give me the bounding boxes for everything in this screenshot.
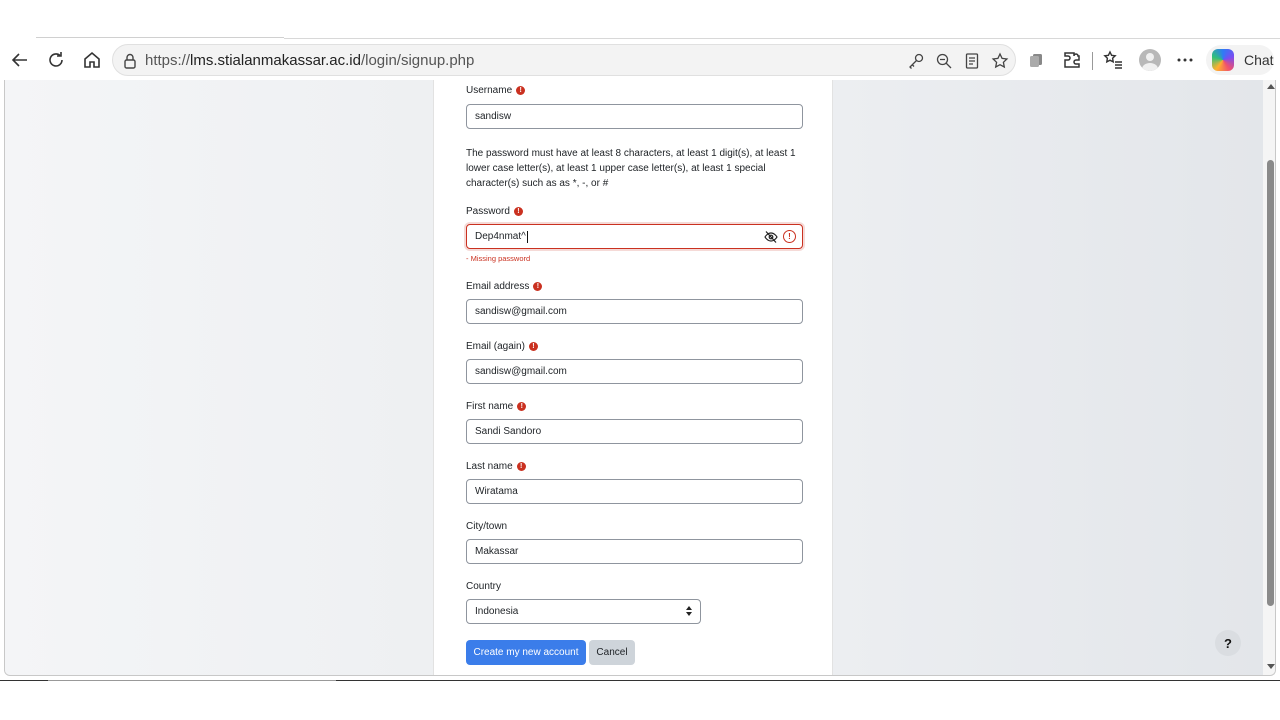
city-value: Makassar	[475, 546, 519, 557]
page-viewport: Username ! sandisw The password must hav…	[4, 80, 1276, 676]
first-name-input[interactable]: Sandi Sandoro	[466, 419, 803, 444]
zoom-out-icon[interactable]	[933, 50, 955, 72]
first-name-value: Sandi Sandoro	[475, 426, 542, 437]
url-text[interactable]: https://lms.stialanmakassar.ac.id/login/…	[145, 52, 474, 69]
country-select[interactable]: Indonesia	[466, 599, 701, 624]
last-name-value: Wiratama	[475, 486, 518, 497]
browser-toolbar: https://lms.stialanmakassar.ac.id/login/…	[0, 40, 1280, 80]
url-path: /login/signup.php	[360, 52, 475, 69]
password-value: Dep4nmat^	[475, 231, 526, 242]
text-caret	[526, 230, 528, 243]
browser-tab-strip	[0, 0, 1280, 40]
select-arrows-icon	[686, 606, 692, 618]
city-label-text: City/town	[466, 521, 508, 532]
copilot-icon	[1212, 49, 1234, 71]
password-label-text: Password	[466, 206, 510, 217]
address-bar[interactable]: https://lms.stialanmakassar.ac.id/login/…	[112, 44, 1016, 76]
password-label: Password !	[466, 206, 523, 217]
username-label: Username !	[466, 85, 526, 96]
username-input[interactable]: sandisw	[466, 104, 803, 129]
last-name-label-text: Last name	[466, 461, 513, 472]
email-again-value: sandisw@gmail.com	[475, 366, 567, 377]
username-label-text: Username	[466, 85, 513, 96]
taskbar-edge	[0, 678, 1280, 720]
email-input[interactable]: sandisw@gmail.com	[466, 299, 803, 324]
cancel-button[interactable]: Cancel	[589, 640, 635, 665]
required-icon: !	[517, 402, 527, 411]
required-icon: !	[533, 282, 543, 291]
country-label-text: Country	[466, 581, 502, 592]
page-background-left	[5, 80, 433, 675]
required-icon: !	[528, 342, 538, 351]
error-alert-icon: !	[783, 230, 796, 243]
refresh-icon[interactable]	[42, 46, 70, 74]
bottom-divider	[0, 680, 48, 681]
country-value: Indonesia	[475, 606, 519, 617]
favorites-list-icon[interactable]	[1099, 46, 1127, 74]
email-again-label-text: Email (again)	[466, 341, 525, 352]
first-name-label-text: First name	[466, 401, 514, 412]
page-scrollbar[interactable]	[1263, 80, 1275, 675]
password-input[interactable]: Dep4nmat^ !	[466, 224, 803, 249]
tab-strip-divider	[36, 37, 284, 38]
email-value: sandisw@gmail.com	[475, 306, 567, 317]
signup-form-panel: Username ! sandisw The password must hav…	[433, 80, 833, 675]
page-background-right	[833, 80, 1263, 675]
reader-view-icon[interactable]	[961, 50, 983, 72]
username-value: sandisw	[475, 111, 512, 122]
required-icon: !	[513, 207, 523, 216]
scrollbar-thumb[interactable]	[1267, 160, 1274, 606]
copilot-chat-button[interactable]: Chat	[1206, 45, 1274, 75]
collections-icon[interactable]	[1022, 46, 1050, 74]
bottom-divider	[48, 680, 336, 681]
first-name-label: First name !	[466, 401, 527, 412]
password-policy-text: The password must have at least 8 charac…	[466, 148, 796, 189]
extensions-icon[interactable]	[1058, 46, 1086, 74]
hide-password-eye-icon[interactable]	[764, 230, 778, 244]
email-label: Email address !	[466, 281, 543, 292]
country-label: Country	[466, 581, 501, 592]
required-icon: !	[516, 462, 526, 471]
scroll-down-arrow-icon[interactable]	[1267, 664, 1275, 669]
email-again-label: Email (again) !	[466, 341, 538, 352]
bottom-divider	[336, 680, 1280, 681]
home-icon[interactable]	[78, 46, 106, 74]
tab-strip-divider	[284, 38, 1280, 39]
chat-label: Chat	[1244, 52, 1274, 68]
city-label: City/town	[466, 521, 507, 532]
url-domain: lms.stialanmakassar.ac.id	[190, 52, 361, 69]
email-again-input[interactable]: sandisw@gmail.com	[466, 359, 803, 384]
help-button[interactable]: ?	[1215, 630, 1241, 656]
password-error-message: - Missing password	[466, 254, 531, 263]
last-name-label: Last name !	[466, 461, 526, 472]
key-icon[interactable]	[905, 50, 927, 72]
url-scheme: https://	[145, 52, 191, 69]
create-account-button[interactable]: Create my new account	[466, 640, 586, 665]
more-options-icon[interactable]	[1171, 46, 1199, 74]
city-input[interactable]: Makassar	[466, 539, 803, 564]
profile-avatar[interactable]	[1139, 49, 1161, 71]
required-icon: !	[516, 86, 526, 95]
email-label-text: Email address	[466, 281, 530, 292]
scroll-up-arrow-icon[interactable]	[1267, 84, 1275, 89]
toolbar-separator	[1092, 52, 1093, 70]
lock-icon[interactable]	[121, 52, 139, 70]
favorite-star-icon[interactable]	[989, 50, 1011, 72]
last-name-input[interactable]: Wiratama	[466, 479, 803, 504]
back-arrow-icon[interactable]	[6, 46, 34, 74]
